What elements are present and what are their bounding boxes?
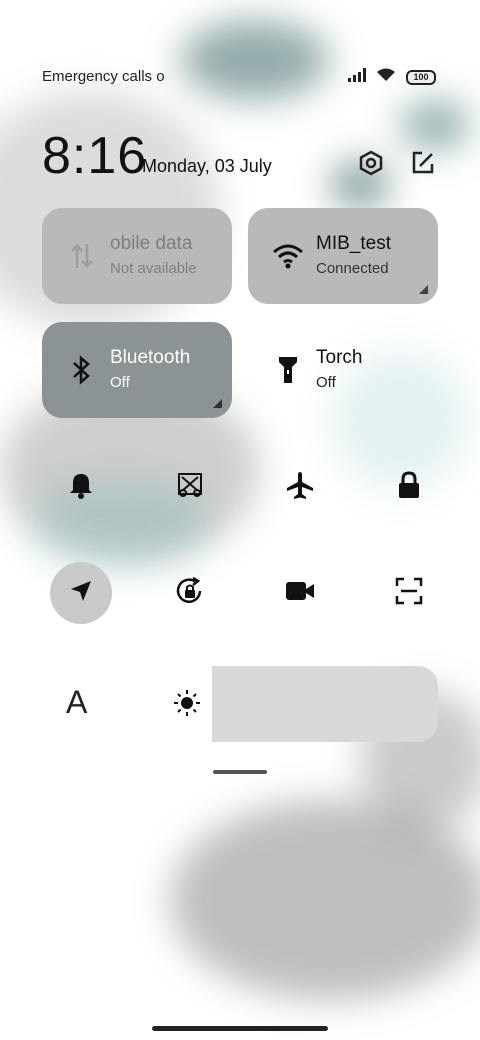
rotation-lock-toggle[interactable] xyxy=(159,562,221,624)
bluetooth-icon xyxy=(66,354,98,386)
brightness-icon xyxy=(172,688,202,723)
airplane-icon xyxy=(285,470,315,505)
bluetooth-status: Off xyxy=(110,374,130,391)
emergency-calls-text: Emergency calls o xyxy=(42,68,165,85)
signal-icon xyxy=(348,68,366,87)
torch-icon xyxy=(272,354,304,386)
torch-status: Off xyxy=(316,374,336,391)
wifi-label: MIB_test xyxy=(316,233,391,254)
screenshot-toggle[interactable] xyxy=(159,456,221,518)
lock-icon xyxy=(397,470,421,504)
rotation-lock-icon xyxy=(174,575,206,612)
tile-wifi[interactable]: MIB_test Connected xyxy=(248,208,438,304)
video-icon xyxy=(285,580,315,607)
edit-icon[interactable] xyxy=(408,148,438,178)
wifi-status: Connected xyxy=(316,260,389,277)
sound-toggle[interactable] xyxy=(50,456,112,518)
video-toggle[interactable] xyxy=(269,562,331,624)
torch-label: Torch xyxy=(316,347,363,368)
settings-icon[interactable] xyxy=(356,148,386,178)
wifi-expand-icon[interactable] xyxy=(419,285,428,294)
wifi-icon xyxy=(272,240,304,272)
brightness-control: A xyxy=(42,666,438,742)
status-bar: Emergency calls o 100 xyxy=(0,60,480,94)
tile-bluetooth[interactable]: Bluetooth Off xyxy=(42,322,232,418)
bluetooth-label: Bluetooth xyxy=(110,347,191,368)
brightness-slider[interactable] xyxy=(212,666,438,742)
mobile-data-icon xyxy=(66,240,98,272)
tile-torch[interactable]: Torch Off xyxy=(248,322,438,418)
clock-time: 8:16 xyxy=(42,127,148,185)
home-indicator[interactable] xyxy=(152,1026,328,1031)
bluetooth-expand-icon[interactable] xyxy=(213,399,222,408)
clock-date: Monday, 03 July xyxy=(142,156,272,176)
mobile-data-label: obile data xyxy=(110,233,193,254)
font-size-icon[interactable]: A xyxy=(66,684,87,721)
tile-mobile-data[interactable]: obile data Not available xyxy=(42,208,232,304)
location-toggle[interactable] xyxy=(50,562,112,624)
airplane-toggle[interactable] xyxy=(269,456,331,518)
bell-icon xyxy=(68,471,94,504)
mobile-data-status: Not available xyxy=(110,260,197,277)
location-icon xyxy=(69,579,93,608)
scan-icon xyxy=(395,577,423,610)
wifi-status-icon xyxy=(376,68,396,87)
panel-drag-handle[interactable] xyxy=(213,770,267,774)
scan-toggle[interactable] xyxy=(378,562,440,624)
screenshot-icon xyxy=(176,471,204,504)
battery-icon: 100 xyxy=(406,70,436,85)
lock-toggle[interactable] xyxy=(378,456,440,518)
